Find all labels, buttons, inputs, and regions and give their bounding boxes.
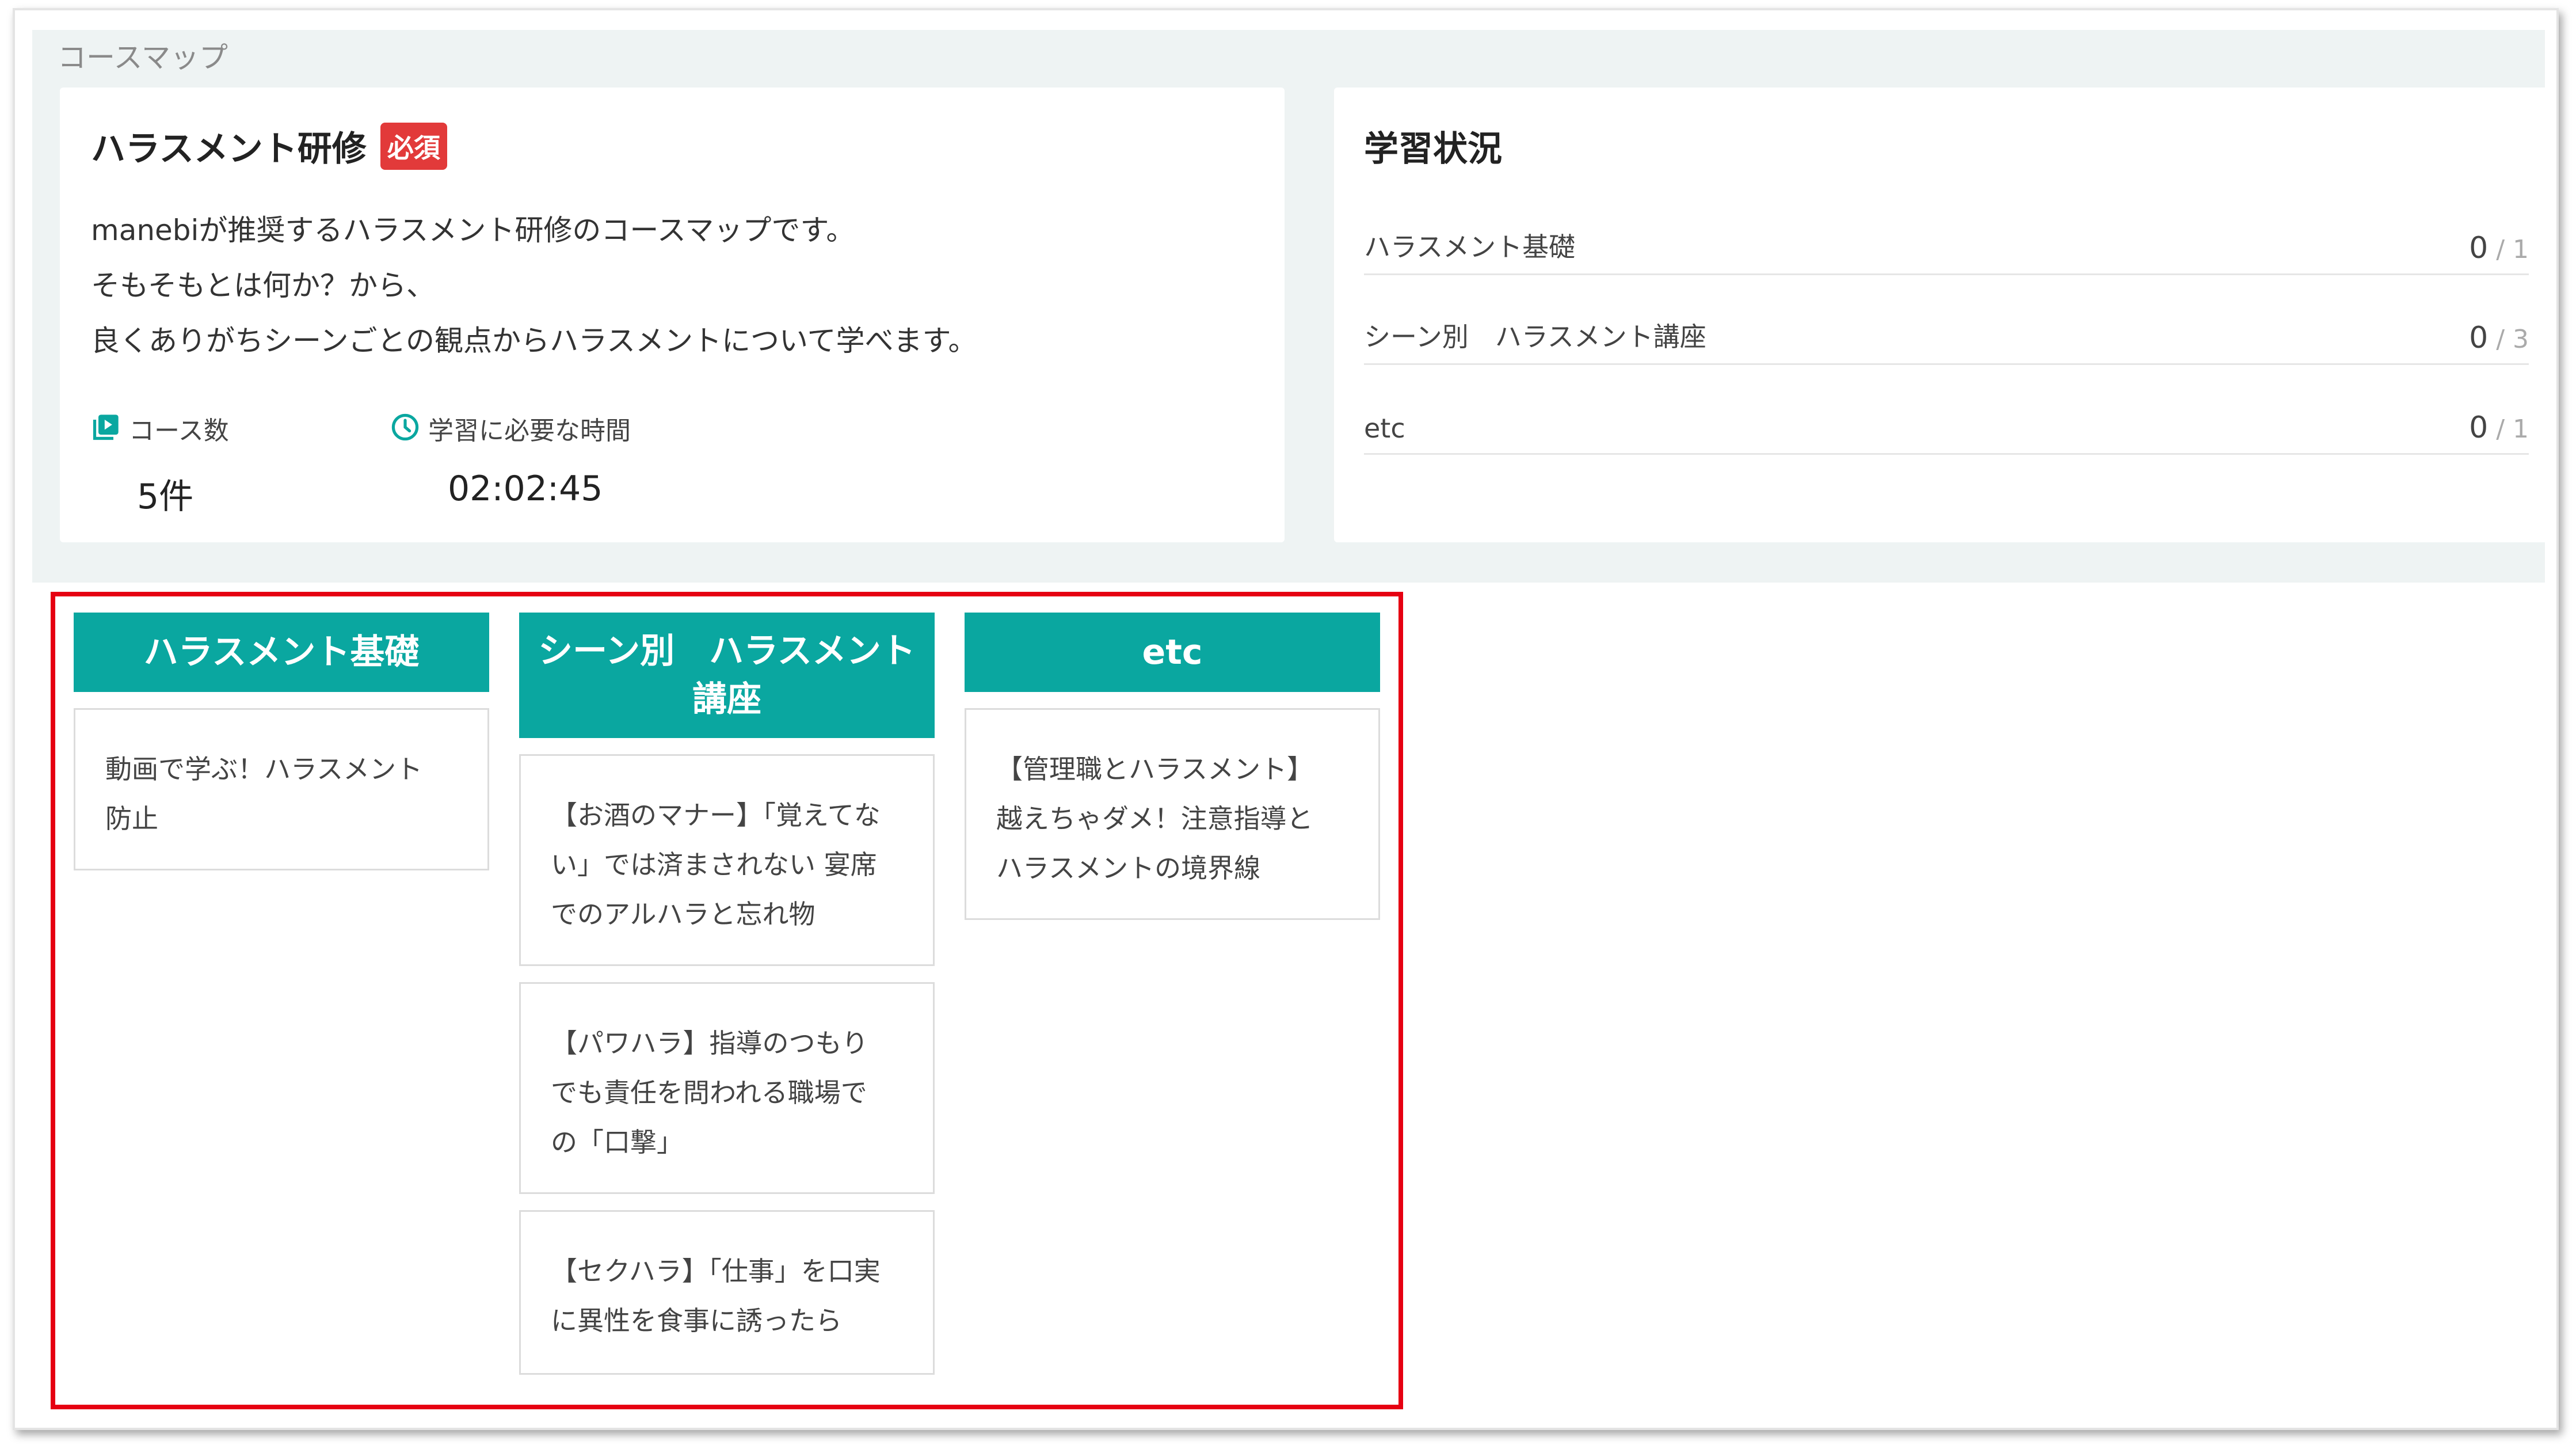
course-item-title: 動画で学ぶ！ハラスメント 防止 bbox=[105, 754, 423, 834]
course-item-title: 【お酒のマナー】「覚えてな い」では済まされない 宴席 でのアルハラと忘れ物 bbox=[551, 800, 881, 930]
course-info-card: ハラスメント研修 必須 manebiが推奨するハラスメント研修のコースマップです… bbox=[60, 88, 1285, 542]
course-description: manebiが推奨するハラスメント研修のコースマップです。 そもそもとは何か？か… bbox=[91, 203, 977, 368]
column-header[interactable]: etc bbox=[965, 613, 1380, 692]
course-item-title: 【管理職とハラスメント】 越えちゃダメ！注意指導と ハラスメントの境界線 bbox=[996, 754, 1314, 884]
course-count: コース数 5件 bbox=[91, 410, 229, 519]
status-row-progress: 0 / 3 bbox=[2469, 321, 2529, 355]
required-time-value: 02:02:45 bbox=[448, 469, 603, 509]
status-row: etc 0 / 1 bbox=[1364, 365, 2529, 455]
course-map-window: コースマップ ハラスメント研修 必須 manebiが推奨するハラスメント研修のコ… bbox=[13, 8, 2559, 1430]
required-badge: 必須 bbox=[380, 122, 447, 170]
course-title: ハラスメント研修 bbox=[91, 129, 367, 169]
status-row: ハラスメント基礎 0 / 1 bbox=[1364, 185, 2529, 275]
course-item-title: 【セクハラ】「仕事」を口実 に異性を食事に誘ったら bbox=[551, 1256, 881, 1336]
course-count-value: 5件 bbox=[137, 477, 194, 517]
status-row-label: etc bbox=[1364, 413, 1405, 444]
video-library-icon bbox=[91, 412, 121, 444]
column-header[interactable]: ハラスメント基礎 bbox=[74, 613, 489, 692]
course-column-scenes: シーン別 ハラスメント 講座 【お酒のマナー】「覚えてな い」では済まされない … bbox=[519, 613, 935, 1375]
learning-status-title: 学習状況 bbox=[1364, 129, 1502, 169]
status-row: シーン別 ハラスメント講座 0 / 3 bbox=[1364, 275, 2529, 365]
column-header[interactable]: シーン別 ハラスメント 講座 bbox=[519, 613, 935, 738]
status-row-label: ハラスメント基礎 bbox=[1364, 231, 1576, 263]
status-row-progress: 0 / 1 bbox=[2469, 410, 2529, 445]
course-column-etc: etc 【管理職とハラスメント】 越えちゃダメ！注意指導と ハラスメントの境界線 bbox=[965, 613, 1380, 920]
description-line: 良くありがちシーンごとの観点からハラスメントについて学べます。 bbox=[91, 324, 977, 358]
course-item[interactable]: 【お酒のマナー】「覚えてな い」では済まされない 宴席 でのアルハラと忘れ物 bbox=[519, 754, 935, 966]
course-item[interactable]: 【管理職とハラスメント】 越えちゃダメ！注意指導と ハラスメントの境界線 bbox=[965, 708, 1380, 920]
course-item[interactable]: 【セクハラ】「仕事」を口実 に異性を食事に誘ったら bbox=[519, 1210, 935, 1375]
course-item[interactable]: 【パワハラ】指導のつもり でも責任を問われる職場で の「口撃」 bbox=[519, 982, 935, 1194]
required-time: 学習に必要な時間 02:02:45 bbox=[390, 410, 631, 509]
status-row-progress: 0 / 1 bbox=[2469, 231, 2529, 265]
status-row-label: シーン別 ハラスメント講座 bbox=[1364, 321, 1706, 352]
description-line: そもそもとは何か？から、 bbox=[91, 269, 435, 302]
course-title-row: ハラスメント研修 必須 bbox=[91, 121, 447, 171]
course-item-title: 【パワハラ】指導のつもり でも責任を問われる職場で の「口撃」 bbox=[551, 1028, 868, 1158]
course-count-label: コース数 bbox=[129, 416, 229, 446]
required-time-label: 学習に必要な時間 bbox=[428, 416, 631, 446]
course-item[interactable]: 動画で学ぶ！ハラスメント 防止 bbox=[74, 708, 489, 870]
description-line: manebiが推奨するハラスメント研修のコースマップです。 bbox=[91, 214, 855, 247]
learning-status-card: 学習状況 ハラスメント基礎 0 / 1 シーン別 ハラスメント講座 0 / 3 … bbox=[1334, 88, 2556, 542]
course-summary-area: コースマップ ハラスメント研修 必須 manebiが推奨するハラスメント研修のコ… bbox=[32, 30, 2556, 583]
clock-icon bbox=[390, 412, 420, 444]
section-title: コースマップ bbox=[58, 41, 228, 74]
course-column-basics: ハラスメント基礎 動画で学ぶ！ハラスメント 防止 bbox=[74, 613, 489, 870]
